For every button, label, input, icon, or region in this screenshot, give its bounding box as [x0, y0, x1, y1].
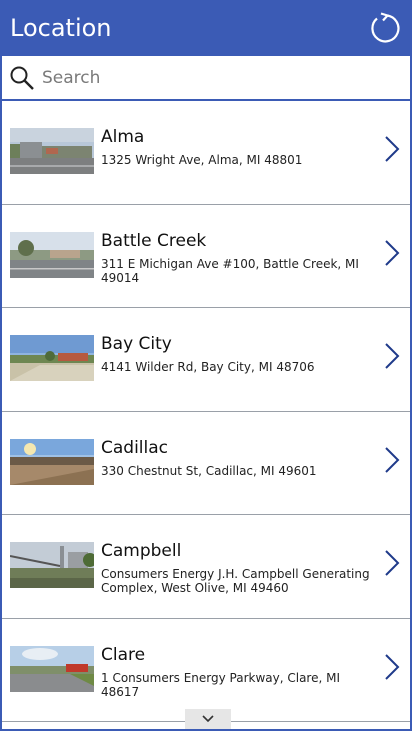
- chevron-down-icon: [202, 715, 214, 723]
- chevron-right-icon: [385, 239, 400, 266]
- app-frame: Location Search Alma 1325 Wright Ave, Al…: [0, 0, 412, 731]
- list-item-battle-creek[interactable]: Battle Creek 311 E Michigan Ave #100, Ba…: [2, 204, 410, 308]
- list-item-alma[interactable]: Alma 1325 Wright Ave, Alma, MI 48801: [2, 101, 410, 205]
- search-icon: [10, 66, 34, 90]
- search-bar: [2, 56, 410, 101]
- refresh-icon[interactable]: [366, 10, 402, 46]
- location-address: 311 E Michigan Ave #100, Battle Creek, M…: [101, 256, 359, 285]
- location-name: Alma: [101, 127, 145, 147]
- location-photo: [10, 542, 94, 588]
- search-input[interactable]: [42, 62, 402, 94]
- chevron-right-icon: [385, 136, 400, 162]
- chevron-right-icon: [385, 446, 400, 473]
- chevron-right-icon: [385, 343, 400, 369]
- location-name: Cadillac: [101, 437, 169, 458]
- list-item-clare[interactable]: Clare 1 Consumers Energy Parkway, Clare,…: [2, 618, 410, 722]
- location-photo: [10, 645, 94, 692]
- header-bar: Location: [2, 0, 410, 56]
- list-item-cadillac[interactable]: Cadillac 330 Chestnut St, Cadillac, MI 4…: [2, 411, 410, 515]
- list-item-bay-city[interactable]: Bay City 4141 Wilder Rd, Bay City, MI 48…: [2, 308, 410, 412]
- location-name: Clare: [101, 644, 146, 665]
- chevron-right-icon: [385, 653, 400, 680]
- scroll-down-button[interactable]: [185, 709, 231, 729]
- location-photo: [10, 335, 94, 381]
- location-address: 1325 Wright Ave, Alma, MI 48801: [101, 153, 303, 167]
- location-photo: [10, 438, 94, 485]
- location-name: Battle Creek: [101, 230, 207, 251]
- location-photo: [10, 231, 94, 278]
- location-address: 330 Chestnut St, Cadillac, MI 49601: [101, 463, 317, 478]
- page-title: Location: [10, 14, 112, 42]
- location-address: Consumers Energy J.H. Campbell Generatin…: [101, 567, 370, 595]
- chevron-right-icon: [385, 550, 400, 576]
- location-name: Campbell: [101, 541, 182, 561]
- location-address: 4141 Wilder Rd, Bay City, MI 48706: [101, 360, 315, 374]
- location-photo: [10, 128, 94, 174]
- location-address: 1 Consumers Energy Parkway, Clare, MI 48…: [101, 670, 341, 699]
- location-name: Bay City: [101, 334, 172, 354]
- list-item-campbell[interactable]: Campbell Consumers Energy J.H. Campbell …: [2, 515, 410, 619]
- location-list: Alma 1325 Wright Ave, Alma, MI 48801 Bat…: [2, 101, 410, 722]
